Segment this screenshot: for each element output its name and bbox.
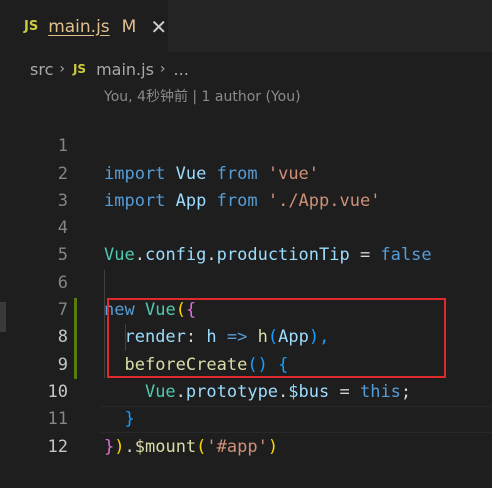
breadcrumb: src › JS main.js › ... bbox=[0, 52, 492, 86]
code-line: 3 bbox=[0, 161, 492, 211]
breadcrumb-more[interactable]: ... bbox=[174, 60, 189, 79]
chevron-right-icon: › bbox=[159, 61, 166, 77]
code-line: 4 Vue.config.productionTip = false bbox=[0, 188, 492, 265]
code-line: 11 }).$mount('#app') bbox=[0, 379, 492, 456]
code-line: 7 render: h => h(App), bbox=[0, 270, 492, 347]
code-line: 2 import App from './App.vue' bbox=[0, 133, 492, 211]
line-number: 12 bbox=[47, 436, 68, 457]
modified-indicator: M bbox=[121, 16, 137, 37]
code-line: 6 new Vue({ bbox=[0, 242, 492, 320]
tab-main-js[interactable]: JS main.js M ✕ bbox=[0, 0, 168, 52]
javascript-file-icon: JS bbox=[24, 19, 39, 34]
annotation-highlight-box bbox=[107, 298, 446, 378]
chevron-right-icon: › bbox=[59, 61, 65, 77]
tab-bar: JS main.js M ✕ bbox=[0, 0, 492, 52]
close-icon[interactable]: ✕ bbox=[150, 17, 167, 37]
javascript-file-icon: JS bbox=[72, 62, 87, 76]
code-editor[interactable]: 1 import Vue from 'vue' 2 import App fro… bbox=[0, 106, 492, 457]
tab-filename: main.js bbox=[48, 16, 110, 37]
git-blame-codelens[interactable]: You, 4秒钟前 | 1 author (You) bbox=[104, 86, 301, 108]
code-line: 5 bbox=[0, 215, 492, 265]
breadcrumb-folder-src[interactable]: src bbox=[30, 60, 53, 79]
breadcrumb-file[interactable]: main.js bbox=[96, 60, 154, 79]
code-line: 12 bbox=[0, 406, 492, 457]
code-line: 1 import Vue from 'vue' bbox=[0, 106, 492, 183]
